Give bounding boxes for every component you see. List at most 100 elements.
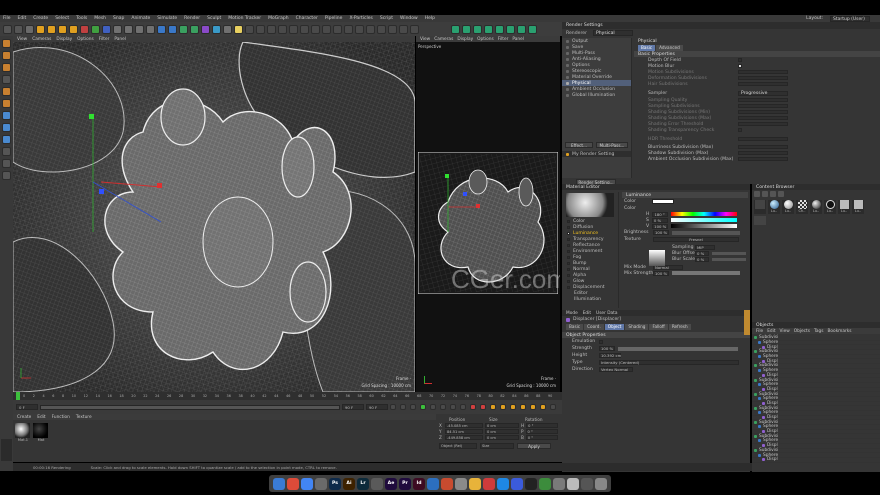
motion-blur-checkbox[interactable] — [738, 64, 742, 68]
next-key-icon[interactable] — [440, 404, 446, 410]
undo-icon[interactable] — [3, 24, 12, 34]
dock-app-icon[interactable] — [483, 477, 495, 490]
vp-menu-panel[interactable]: Panel — [114, 37, 126, 42]
hair-subdivisions-field[interactable] — [738, 81, 788, 87]
persp-menu-view[interactable]: View — [420, 37, 430, 42]
obj-menu-edit[interactable]: Edit — [767, 329, 775, 334]
polygons-mode-icon[interactable] — [2, 111, 11, 120]
mat-menu-texture[interactable]: Texture — [76, 415, 92, 420]
size-y-field[interactable]: 0 cm — [485, 428, 519, 434]
lock-workplane-icon[interactable] — [2, 159, 11, 168]
dock-app-icon[interactable] — [273, 477, 285, 490]
cb-item-5[interactable]: Lu.. — [824, 200, 836, 214]
goto-start-icon[interactable] — [390, 404, 396, 410]
cb-search-icon[interactable] — [778, 191, 784, 197]
prev-frame-icon[interactable] — [410, 404, 416, 410]
cb-forward-icon[interactable] — [762, 191, 768, 197]
menu-create[interactable]: Create — [33, 16, 48, 21]
cb-item-0[interactable] — [754, 200, 766, 214]
edges-mode-icon[interactable] — [2, 99, 11, 108]
shading-subdiv-min-field[interactable] — [738, 109, 788, 115]
vp-menu-filter[interactable]: Filter — [99, 37, 110, 42]
hue-slider[interactable] — [671, 212, 738, 216]
mat-menu-create[interactable]: Create — [17, 415, 31, 420]
snap-icon[interactable] — [2, 147, 11, 156]
model-mode-icon[interactable] — [2, 51, 11, 60]
sampling-subdivisions-field[interactable] — [738, 103, 788, 109]
depth-of-field-checkbox[interactable] — [738, 58, 742, 62]
end-frame-field-2[interactable]: 90 F — [366, 404, 388, 410]
plugin-a-icon[interactable] — [451, 24, 460, 34]
plugin-c-icon[interactable] — [473, 24, 482, 34]
key-pos-icon[interactable] — [500, 404, 506, 410]
persp-menu-filter[interactable]: Filter — [498, 37, 509, 42]
enable-axis-icon[interactable] — [2, 123, 11, 132]
hue-field[interactable]: 180 ° — [652, 211, 669, 217]
dock-app-icon[interactable] — [581, 477, 593, 490]
tool-e-icon[interactable] — [289, 24, 298, 34]
timeline-ruler[interactable]: 0 2 4 6 8 10 12 14 16 18 20 22 24 26 28 30 32 34 36 38 40 42 4… — [13, 392, 562, 400]
subdivision-icon[interactable] — [179, 24, 188, 34]
menu-motion-tracker[interactable]: Motion Tracker — [228, 16, 261, 21]
timeline-slider[interactable] — [40, 404, 340, 410]
dock-app-icon[interactable] — [567, 477, 579, 490]
pen-icon[interactable] — [168, 24, 177, 34]
persp-menu-panel[interactable]: Panel — [512, 37, 524, 42]
tool-h-icon[interactable] — [322, 24, 331, 34]
type-select[interactable]: Intensity (Centered) — [599, 360, 739, 365]
deformation-subdivisions-field[interactable] — [738, 75, 788, 81]
dock-app-icon[interactable] — [315, 477, 327, 490]
cb-item-7[interactable]: Lu.. — [852, 200, 864, 214]
menu-animate[interactable]: Animate — [131, 16, 150, 21]
texture-field[interactable]: Fresnel — [653, 237, 739, 242]
menu-sculpt[interactable]: Sculpt — [207, 16, 221, 21]
obj-menu-view[interactable]: View — [780, 329, 790, 334]
coord-system-icon[interactable] — [113, 24, 122, 34]
menu-render[interactable]: Render — [184, 16, 200, 21]
menu-character[interactable]: Character — [296, 16, 318, 21]
saturation-slider[interactable] — [670, 218, 737, 222]
key-selection-icon[interactable] — [490, 404, 496, 410]
rot-h-field[interactable]: 0 ° — [526, 422, 559, 428]
attr-tab-coord[interactable]: Coord. — [584, 323, 604, 330]
coord-mode-select[interactable]: Object (Rel) — [439, 442, 477, 449]
menu-window[interactable]: Window — [400, 16, 418, 21]
strength-slider[interactable] — [618, 346, 738, 351]
dock-app-icon[interactable]: Id — [413, 477, 425, 490]
key-param-icon[interactable] — [530, 404, 536, 410]
loop-icon[interactable] — [460, 404, 466, 410]
tab-advanced[interactable]: Advanced — [656, 44, 683, 51]
color-swatch[interactable] — [652, 199, 674, 204]
material-item-1[interactable]: Mat.1 — [15, 423, 31, 442]
cloner-icon[interactable] — [190, 24, 199, 34]
mix-strength-slider[interactable] — [672, 271, 740, 275]
light-icon[interactable] — [234, 24, 243, 34]
workplane-icon[interactable] — [2, 75, 11, 84]
shadow-subdiv-field[interactable] — [738, 150, 788, 156]
next-frame-icon[interactable] — [430, 404, 436, 410]
blur-offset-field[interactable]: 0 % — [695, 250, 709, 256]
rotate-icon[interactable] — [58, 24, 67, 34]
tool-a-icon[interactable] — [245, 24, 254, 34]
menu-simulate[interactable]: Simulate — [157, 16, 177, 21]
tool-i-icon[interactable] — [333, 24, 342, 34]
tool-b-icon[interactable] — [256, 24, 265, 34]
tool-c-icon[interactable] — [267, 24, 276, 34]
persp-menu-options[interactable]: Options — [477, 37, 494, 42]
mat-menu-function[interactable]: Function — [52, 415, 70, 420]
menu-tools[interactable]: Tools — [76, 16, 87, 21]
cb-item-3[interactable]: Ch.. — [796, 200, 808, 214]
cb-item-4[interactable]: Lu.. — [810, 200, 822, 214]
menu-x-particles[interactable]: X-Particles — [349, 16, 372, 21]
effect-button[interactable]: Effect... — [565, 142, 593, 148]
dock-app-icon[interactable] — [287, 477, 299, 490]
cb-item-1[interactable]: Lu.. — [768, 200, 780, 214]
dock-app-icon[interactable] — [371, 477, 383, 490]
obj-menu-file[interactable]: File — [756, 329, 763, 334]
cb-item-8[interactable] — [754, 216, 766, 225]
attr-tab-basic[interactable]: Basic — [566, 323, 584, 330]
mix-strength-field[interactable]: 100 % — [653, 270, 669, 276]
plugin-f-icon[interactable] — [506, 24, 515, 34]
cb-home-icon[interactable] — [770, 191, 776, 197]
cb-back-icon[interactable] — [754, 191, 760, 197]
